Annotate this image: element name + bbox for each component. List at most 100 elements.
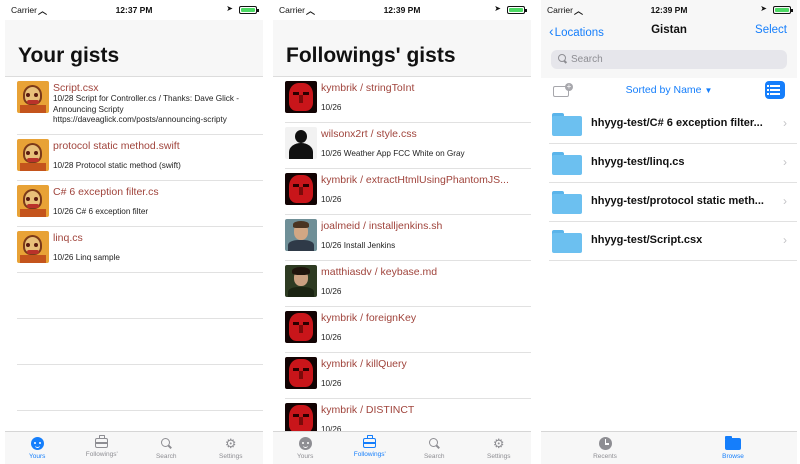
clock-time: 12:39 PM (383, 5, 421, 15)
gist-description: 10/26 C# 6 exception filter (53, 207, 149, 216)
tab-settings[interactable]: ⚙ Settings (467, 432, 532, 464)
caret-down-icon: ▼ (704, 86, 713, 95)
location-arrow-icon: ➤ (226, 4, 233, 13)
clock-icon (598, 437, 612, 450)
list-item[interactable]: wilsonx2rt / style.css 10/26 Weather App… (285, 123, 531, 169)
gist-title: kymbrik / stringToInt (321, 82, 415, 94)
gist-description: 10/26 Linq sample (53, 253, 120, 262)
list-item[interactable]: kymbrik / stringToInt 10/26 (285, 77, 531, 123)
search-placeholder: Search (571, 54, 603, 65)
avatar (17, 185, 49, 217)
tab-yours[interactable]: Yours (273, 432, 338, 464)
tab-search[interactable]: Search (134, 432, 199, 464)
gist-description: 10/26 (321, 379, 342, 388)
gist-title: C# 6 exception filter.cs (53, 186, 159, 198)
tab-browse[interactable]: Browse (669, 432, 797, 464)
gist-description: 10/26 (321, 195, 342, 204)
avatar (285, 265, 317, 297)
list-item[interactable]: kymbrik / foreignKey 10/26 (285, 307, 531, 353)
tab-label: Browse (722, 453, 744, 460)
list-item[interactable]: C# 6 exception filter.cs 10/26 C# 6 exce… (17, 181, 263, 227)
gear-icon: ⚙ (492, 436, 505, 451)
file-name: hhyyg-test/Script.csx (591, 234, 703, 246)
search-icon (557, 54, 567, 64)
face-icon (30, 437, 44, 450)
chevron-right-icon: › (783, 155, 787, 169)
avatar (285, 127, 317, 159)
list-item[interactable]: Script.csx 10/28 Script for Controller.c… (17, 77, 263, 135)
folder-icon (552, 113, 582, 136)
search-icon (160, 438, 172, 450)
battery-icon (239, 6, 259, 14)
gist-description: 10/26 Weather App FCC White on Gray (321, 149, 465, 158)
tab-label: Search (155, 453, 177, 460)
gist-title: Script.csx (53, 82, 99, 94)
folder-icon (552, 191, 582, 214)
chevron-right-icon: › (783, 233, 787, 247)
gist-list: Script.csx 10/28 Script for Controller.c… (5, 77, 263, 411)
sort-label: Sorted by Name (625, 84, 702, 96)
page-title: Followings' gists (286, 44, 456, 67)
search-icon (428, 438, 440, 450)
file-name: hhyyg-test/linq.cs (591, 156, 685, 168)
gist-title: linq.cs (53, 232, 83, 244)
tab-bar: Yours Followings' Search ⚙ Settings (273, 431, 531, 464)
list-item[interactable]: protocol static method.swift 10/28 Proto… (17, 135, 263, 181)
file-name: hhyyg-test/protocol static meth... (591, 195, 764, 207)
status-bar: Carrier ︿ 12:39 PM ➤ (541, 0, 797, 20)
empty-row (17, 319, 263, 365)
list-item[interactable]: linq.cs 10/26 Linq sample (17, 227, 263, 273)
list-item[interactable]: matthiasdv / keybase.md 10/26 (285, 261, 531, 307)
gist-description: 10/28 Script for Controller.cs / Thanks:… (53, 94, 239, 124)
avatar (285, 219, 317, 251)
tab-label: Settings (487, 453, 511, 460)
sort-button[interactable]: Sorted by Name ▼ (541, 84, 797, 96)
empty-row (17, 273, 263, 319)
select-button[interactable]: Select (755, 24, 787, 36)
location-arrow-icon: ➤ (760, 4, 767, 13)
navigation-bar: ‹Locations Gistan Select Search (541, 20, 797, 78)
briefcase-icon (95, 435, 109, 448)
gist-title: protocol static method.swift (53, 140, 180, 152)
list-item[interactable]: joalmeid / installjenkins.sh 10/26 Insta… (285, 215, 531, 261)
avatar (285, 357, 317, 389)
gist-list: kymbrik / stringToInt 10/26 wilsonx2rt /… (273, 77, 531, 445)
list-item[interactable]: kymbrik / extractHtmlUsingPhantomJS... 1… (285, 169, 531, 215)
avatar (285, 173, 317, 205)
search-input[interactable]: Search (551, 50, 787, 69)
tab-followings[interactable]: Followings' (338, 432, 403, 464)
list-view-button[interactable] (765, 81, 785, 99)
face-icon (298, 437, 312, 450)
gist-title: kymbrik / DISTINCT (321, 404, 415, 416)
list-item[interactable]: hhyyg-test/C# 6 exception filter... › (549, 105, 797, 144)
tab-search[interactable]: Search (402, 432, 467, 464)
avatar (285, 81, 317, 113)
page-title: Your gists (18, 44, 120, 67)
avatar (17, 139, 49, 171)
chevron-right-icon: › (783, 116, 787, 130)
list-item[interactable]: hhyyg-test/linq.cs › (549, 144, 797, 183)
tab-settings[interactable]: ⚙ Settings (199, 432, 264, 464)
tab-recents[interactable]: Recents (541, 432, 669, 464)
tab-bar: Yours Followings' Search ⚙ Settings (5, 431, 263, 464)
avatar (17, 231, 49, 263)
clock-time: 12:37 PM (115, 5, 153, 15)
tab-label: Yours (29, 453, 46, 460)
location-arrow-icon: ➤ (494, 4, 501, 13)
gist-title: kymbrik / killQuery (321, 358, 407, 370)
chevron-right-icon: › (783, 194, 787, 208)
gist-title: joalmeid / installjenkins.sh (321, 220, 443, 232)
tab-followings[interactable]: Followings' (70, 432, 135, 464)
folder-icon (725, 436, 741, 450)
gist-description: 10/26 Install Jenkins (321, 241, 396, 250)
followings-gists-screen: Carrier ︿ 12:39 PM ➤ Followings' gists k… (273, 0, 531, 464)
avatar (285, 311, 317, 343)
list-item[interactable]: kymbrik / killQuery 10/26 (285, 353, 531, 399)
tab-yours[interactable]: Yours (5, 432, 70, 464)
tab-label: Followings' (353, 451, 386, 458)
list-item[interactable]: hhyyg-test/protocol static meth... › (549, 183, 797, 222)
tab-label: Recents (593, 453, 617, 460)
clock-time: 12:39 PM (650, 5, 688, 15)
tab-label: Followings' (85, 451, 118, 458)
list-item[interactable]: hhyyg-test/Script.csx › (549, 222, 797, 261)
